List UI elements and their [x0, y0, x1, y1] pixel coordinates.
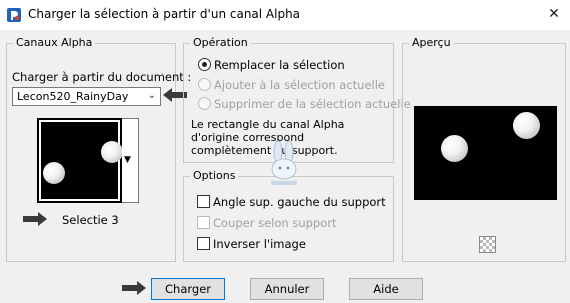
sphere-shape — [43, 162, 65, 184]
radio-replace-selection[interactable] — [198, 58, 211, 71]
window-title: Charger la sélection à partir d'un canal… — [28, 7, 301, 21]
preview-legend: Aperçu — [409, 36, 454, 49]
triangle-down-icon: ▼ — [124, 155, 131, 165]
channel-preview-image — [41, 122, 123, 199]
checkbox-top-left-corner[interactable] — [197, 195, 210, 208]
radio-add-selection-label[interactable]: Ajouter à la sélection actuelle — [214, 78, 385, 92]
sphere-shape — [101, 141, 123, 163]
document-select[interactable]: Lecon520_RainyDay ⌄ — [12, 87, 161, 106]
channel-dropdown-button[interactable]: ▼ — [122, 118, 139, 203]
checkbox-top-left-corner-label[interactable]: Angle sup. gauche du support — [213, 195, 386, 209]
alpha-channel-thumbnail[interactable] — [37, 118, 123, 203]
chevron-down-icon: ⌄ — [147, 90, 156, 101]
help-button[interactable]: Aide — [349, 278, 423, 300]
radio-subtract-selection[interactable] — [198, 97, 211, 110]
options-legend: Options — [190, 169, 239, 182]
pointer-arrow-icon — [23, 212, 47, 226]
document-select-value: Lecon520_RainyDay — [17, 90, 129, 103]
channel-caption: Selectie 3 — [62, 213, 119, 227]
radio-selected-dot — [202, 62, 207, 67]
checkbox-crop-to-canvas-label[interactable]: Couper selon support — [213, 216, 337, 230]
cancel-button[interactable]: Annuler — [250, 278, 324, 300]
bunny-watermark-icon — [271, 140, 297, 185]
load-from-document-label: Charger à partir du document : — [12, 70, 192, 84]
psp-app-icon — [7, 8, 21, 22]
selection-preview — [414, 106, 557, 200]
sphere-shape — [441, 135, 468, 162]
load-button[interactable]: Charger — [151, 278, 225, 300]
radio-subtract-selection-label[interactable]: Supprimer de la sélection actuelle — [214, 97, 411, 111]
checkbox-invert-label[interactable]: Inverser l'image — [213, 237, 306, 251]
sphere-shape — [513, 112, 540, 139]
operation-legend: Opération — [190, 36, 251, 49]
pointer-arrow-icon — [122, 281, 146, 295]
radio-add-selection[interactable] — [198, 78, 211, 91]
alpha-channels-legend: Canaux Alpha — [13, 36, 96, 49]
checkbox-invert[interactable] — [197, 237, 210, 250]
radio-replace-selection-label[interactable]: Remplacer la sélection — [214, 58, 345, 72]
close-icon[interactable]: ✕ — [543, 4, 565, 24]
checkbox-crop-to-canvas[interactable] — [197, 216, 210, 229]
transparency-checker-icon[interactable] — [479, 236, 496, 253]
